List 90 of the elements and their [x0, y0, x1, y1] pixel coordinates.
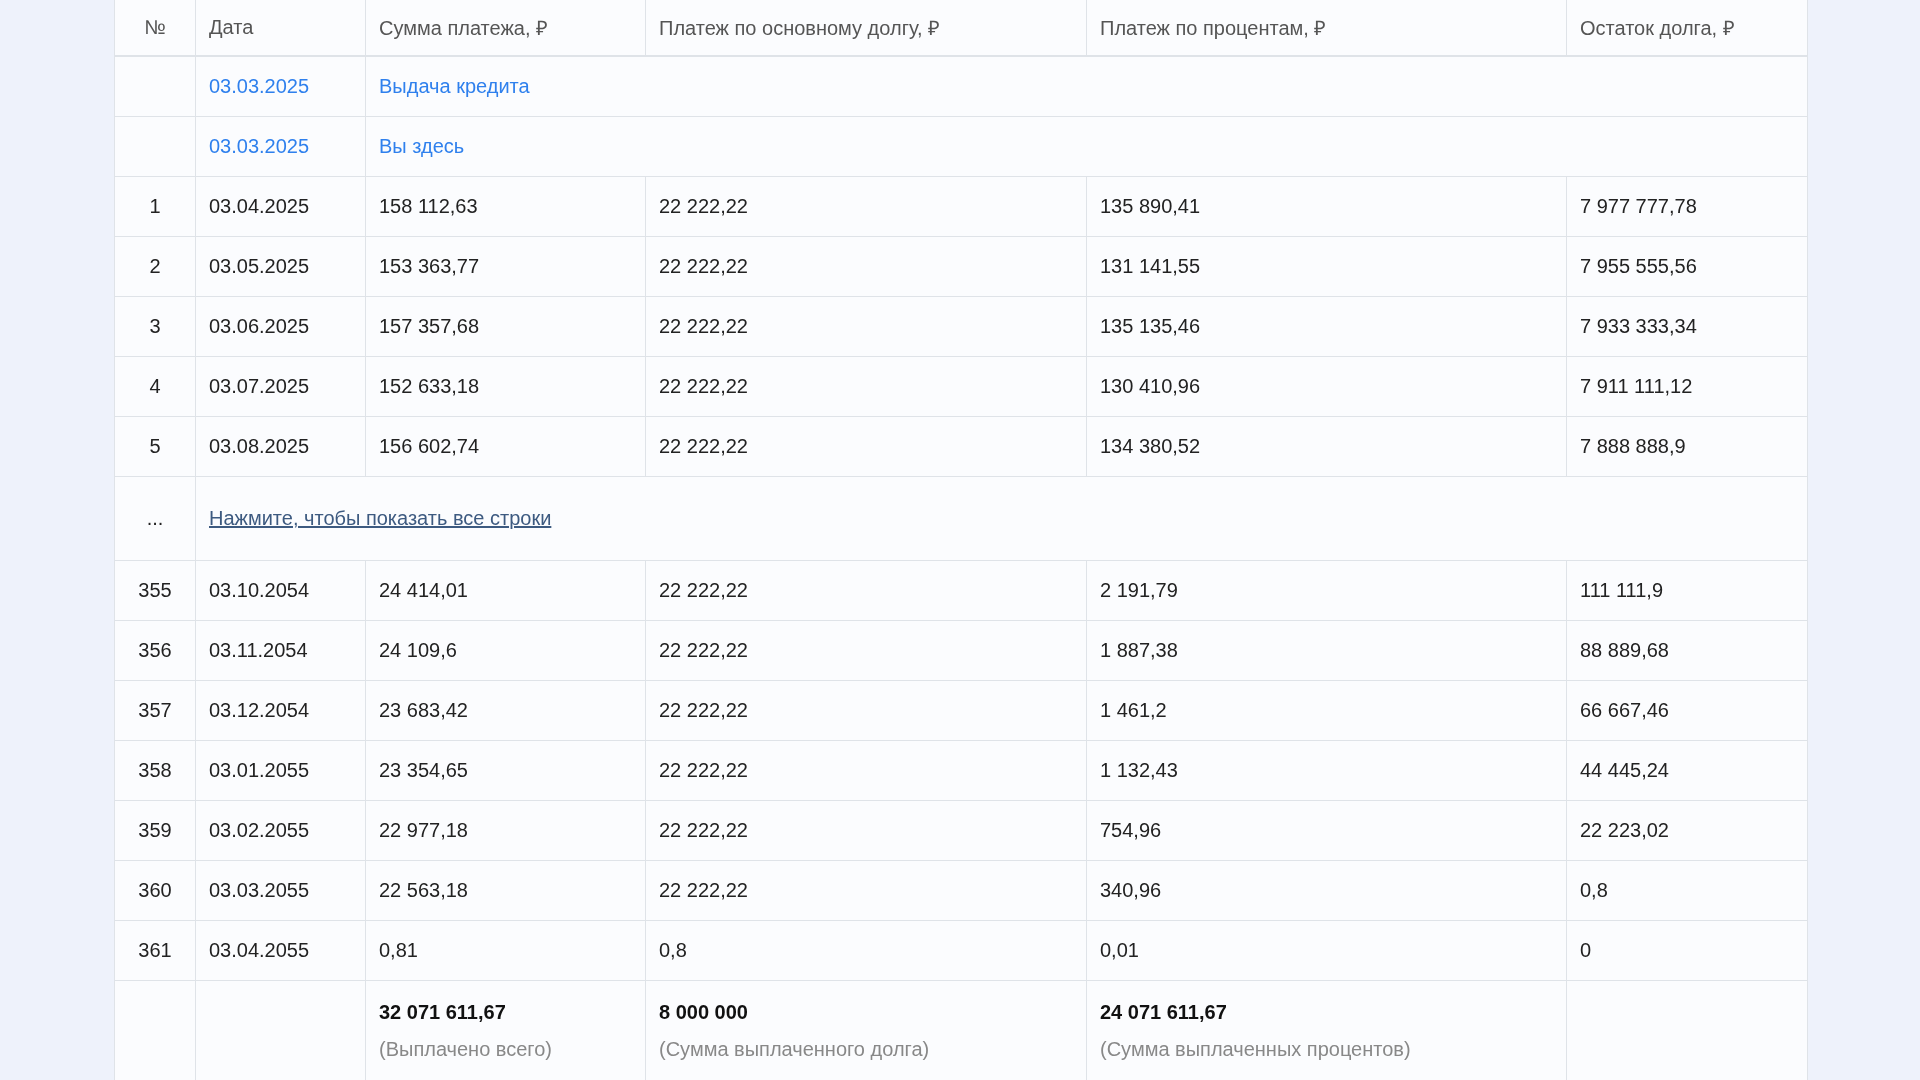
table-cell: 1 [114, 176, 196, 237]
total-value: 8 000 000 [659, 1000, 749, 1024]
table-cell: 135 135,46 [1086, 296, 1567, 357]
table-cell: 0,81 [365, 920, 646, 981]
show-all-rows-link[interactable]: Нажмите, чтобы показать все строки [209, 507, 552, 529]
table-cell: 24 109,6 [365, 620, 646, 681]
table-cell: 24 414,01 [365, 560, 646, 621]
table-cell: 03.05.2025 [195, 236, 366, 297]
table-cell: 355 [114, 560, 196, 621]
ellipsis-mark: ... [114, 476, 196, 561]
table-cell: 157 357,68 [365, 296, 646, 357]
table-cell: 158 112,63 [365, 176, 646, 237]
event-date: 03.03.2025 [195, 116, 366, 177]
table-cell: 22 222,22 [645, 176, 1087, 237]
column-header: Остаток долга, ₽ [1566, 0, 1808, 56]
event-date: 03.03.2025 [195, 56, 366, 117]
table-cell: 1 461,2 [1086, 680, 1567, 741]
event-label: Вы здесь [365, 116, 1808, 177]
column-header: Сумма платежа, ₽ [365, 0, 646, 56]
table-cell: 03.06.2025 [195, 296, 366, 357]
table-cell: 7 933 333,34 [1566, 296, 1808, 357]
table-cell: 153 363,77 [365, 236, 646, 297]
total-caption: (Выплачено всего) [379, 1037, 553, 1061]
table-cell: 44 445,24 [1566, 740, 1808, 801]
table-cell: 2 191,79 [1086, 560, 1567, 621]
table-cell: 22 222,22 [645, 740, 1087, 801]
table-cell: 156 602,74 [365, 416, 646, 477]
table-cell: 22 222,22 [645, 680, 1087, 741]
table-cell: 0,8 [645, 920, 1087, 981]
table-cell: 7 888 888,9 [1566, 416, 1808, 477]
table-cell: 7 911 111,12 [1566, 356, 1808, 417]
table-cell: 130 410,96 [1086, 356, 1567, 417]
table-cell: 134 380,52 [1086, 416, 1567, 477]
table-cell: 22 222,22 [645, 860, 1087, 921]
column-header: Платеж по основному долгу, ₽ [645, 0, 1087, 56]
table-cell: 152 633,18 [365, 356, 646, 417]
table-cell: 22 222,22 [645, 236, 1087, 297]
table-cell: 03.04.2055 [195, 920, 366, 981]
table-cell: 135 890,41 [1086, 176, 1567, 237]
event-label: Выдача кредита [365, 56, 1808, 117]
table-cell: 03.04.2025 [195, 176, 366, 237]
table-cell: 111 111,9 [1566, 560, 1808, 621]
table-cell: 7 955 555,56 [1566, 236, 1808, 297]
table-cell: 5 [114, 416, 196, 477]
table-cell: 754,96 [1086, 800, 1567, 861]
table-cell: 0,01 [1086, 920, 1567, 981]
table-cell: 357 [114, 680, 196, 741]
table-cell: 360 [114, 860, 196, 921]
table-cell: 22 563,18 [365, 860, 646, 921]
table-cell: 22 222,22 [645, 296, 1087, 357]
table-cell: 03.10.2054 [195, 560, 366, 621]
column-header: Платеж по процентам, ₽ [1086, 0, 1567, 56]
table-cell: 1 132,43 [1086, 740, 1567, 801]
table-cell: 03.07.2025 [195, 356, 366, 417]
table-cell: 22 977,18 [365, 800, 646, 861]
table-cell: 22 222,22 [645, 620, 1087, 681]
table-cell: 22 223,02 [1566, 800, 1808, 861]
table-cell: 03.03.2055 [195, 860, 366, 921]
table-cell: 1 887,38 [1086, 620, 1567, 681]
total-value: 24 071 611,67 [1100, 1000, 1228, 1024]
table-cell: 03.11.2054 [195, 620, 366, 681]
table-cell: 22 222,22 [645, 800, 1087, 861]
table-cell: 131 141,55 [1086, 236, 1567, 297]
table-cell: 4 [114, 356, 196, 417]
column-header: № [114, 0, 196, 56]
table-cell: 03.08.2025 [195, 416, 366, 477]
table-cell: 361 [114, 920, 196, 981]
total-caption: (Сумма выплаченных процентов) [1100, 1037, 1412, 1061]
table-cell: 2 [114, 236, 196, 297]
column-header: Дата [195, 0, 366, 56]
table-cell: 22 222,22 [645, 416, 1087, 477]
table-cell: 7 977 777,78 [1566, 176, 1808, 237]
total-value: 32 071 611,67 [379, 1000, 507, 1024]
table-cell: 359 [114, 800, 196, 861]
table-cell: 22 222,22 [645, 560, 1087, 621]
table-cell: 03.01.2055 [195, 740, 366, 801]
table-cell: 3 [114, 296, 196, 357]
table-cell: 03.02.2055 [195, 800, 366, 861]
table-cell: 356 [114, 620, 196, 681]
table-cell: 03.12.2054 [195, 680, 366, 741]
total-caption: (Сумма выплаченного долга) [659, 1037, 931, 1061]
table-cell: 23 354,65 [365, 740, 646, 801]
table-cell: 23 683,42 [365, 680, 646, 741]
table-cell: 358 [114, 740, 196, 801]
table-cell: 340,96 [1086, 860, 1567, 921]
table-cell: 0 [1566, 920, 1808, 981]
table-cell: 88 889,68 [1566, 620, 1808, 681]
table-cell: 22 222,22 [645, 356, 1087, 417]
table-cell: 0,8 [1566, 860, 1808, 921]
table-cell: 66 667,46 [1566, 680, 1808, 741]
